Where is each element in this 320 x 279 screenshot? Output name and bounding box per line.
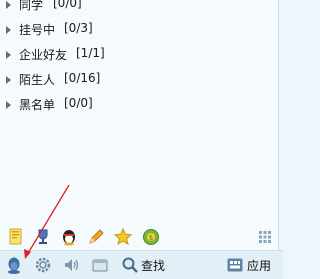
group-pending[interactable]: 挂号中 [0/3] [0, 18, 278, 42]
group-blacklist[interactable]: 黑名单 [0/0] [0, 93, 278, 117]
svg-text:$: $ [149, 234, 153, 242]
group-count: [0/3] [64, 21, 93, 35]
app-shortcuts-bar: $ [0, 226, 283, 248]
group-count: [1/1] [76, 46, 105, 60]
expand-arrow-icon [6, 51, 11, 59]
trophy-icon[interactable] [34, 228, 52, 246]
contacts-panel: 同学 [0/0] 挂号中 [0/3] 企业好友 [1/1] 陌生人 [0/16]… [0, 0, 279, 250]
grid-icon[interactable] [256, 228, 274, 246]
group-label: 黑名单 [19, 98, 56, 112]
expand-arrow-icon [6, 76, 11, 84]
bottom-toolbar: 查找 应用 [0, 250, 283, 279]
volume-icon[interactable] [63, 256, 81, 274]
lucky-bag-icon[interactable]: $ [142, 228, 160, 246]
notes-icon[interactable] [7, 228, 25, 246]
qq-penguin-icon[interactable] [5, 256, 23, 274]
group-enterprise-friends[interactable]: 企业好友 [1/1] [0, 43, 278, 67]
expand-arrow-icon [6, 101, 11, 109]
group-strangers[interactable]: 陌生人 [0/16] [0, 68, 278, 92]
group-count: [0/16] [64, 71, 101, 85]
settings-gear-icon[interactable] [34, 256, 52, 274]
group-label: 同学 [19, 0, 44, 12]
find-button-label[interactable]: 查找 [141, 257, 165, 274]
group-label: 陌生人 [19, 73, 56, 87]
group-count: [0/0] [64, 96, 93, 110]
pencil-icon[interactable] [87, 228, 105, 246]
star-icon[interactable] [113, 227, 133, 246]
app-button-label[interactable]: 应用 [247, 257, 271, 274]
group-label: 企业好友 [19, 48, 68, 62]
app-icon[interactable] [226, 256, 244, 274]
group-classmates[interactable]: 同学 [0/0] [0, 0, 278, 17]
penguin-game-icon[interactable] [60, 228, 78, 246]
group-count: [0/0] [53, 0, 82, 10]
folder-icon[interactable] [91, 256, 109, 274]
group-label: 挂号中 [19, 23, 56, 37]
search-icon[interactable] [121, 256, 139, 274]
expand-arrow-icon [6, 26, 11, 34]
expand-arrow-icon [6, 1, 11, 9]
